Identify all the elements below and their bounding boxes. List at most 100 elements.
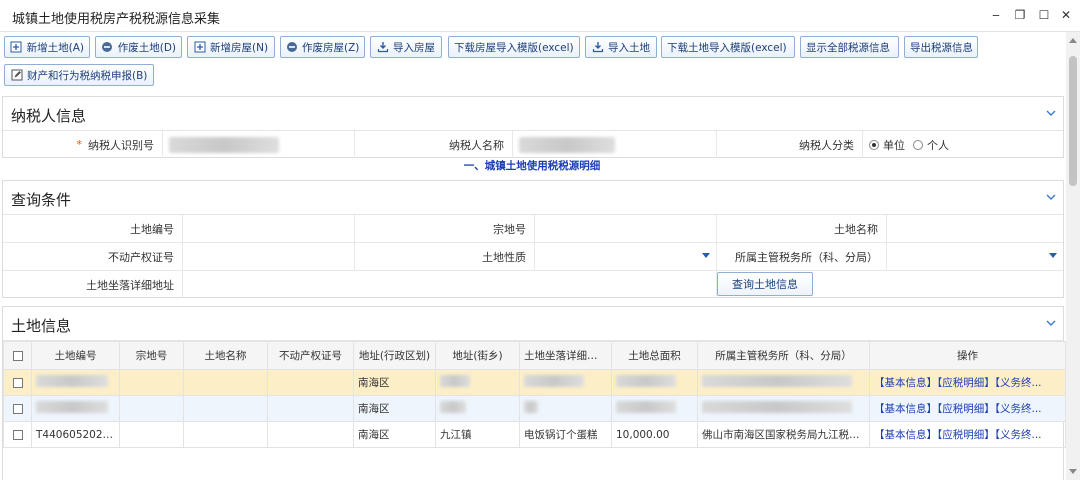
taxpayer-id-label-text: 纳税人识别号: [88, 138, 154, 152]
col-header[interactable]: 土地总面积: [611, 341, 698, 370]
void-house-button[interactable]: 作废房屋(Z): [280, 36, 365, 58]
address-input[interactable]: [183, 271, 717, 298]
land-name-label: 土地名称: [717, 215, 887, 242]
cell-land-name: [183, 395, 268, 422]
import-land-label: 导入土地: [608, 41, 650, 54]
row-checkbox[interactable]: [12, 429, 23, 440]
download-house-template-label: 下载房屋导入模版(excel): [454, 41, 574, 54]
add-land-button[interactable]: 新增土地(A): [4, 36, 90, 58]
col-header[interactable]: 土地名称: [183, 341, 268, 370]
search-land-button[interactable]: 查询土地信息: [717, 272, 813, 296]
minimize-icon[interactable]: ‒: [988, 7, 1004, 23]
col-header[interactable]: 所属主管税务所（科、分局）: [697, 341, 870, 370]
category-unit-radio[interactable]: 单位: [869, 137, 905, 153]
tax-office-select[interactable]: [887, 243, 1063, 270]
cell-street: [435, 395, 520, 422]
download-land-template-button[interactable]: 下载土地导入模版(excel): [661, 36, 795, 58]
col-header[interactable]: 地址(行政区划): [353, 341, 436, 370]
maximize-icon[interactable]: ☐: [1036, 7, 1052, 23]
chevron-down-icon[interactable]: [1045, 317, 1057, 329]
property-cert-label: 不动产权证号: [3, 243, 183, 270]
import-icon: [376, 41, 389, 54]
taxpayer-title: 纳税人信息: [11, 107, 87, 125]
dropdown-arrow-icon: [702, 253, 710, 258]
row-actions-link[interactable]: 【基本信息】【应税明细】【义务终...: [869, 421, 1066, 448]
cell-area: [611, 395, 698, 422]
table-row[interactable]: 南海区 【基本信息】【应税明细】【义务终...: [3, 395, 1066, 422]
select-all-checkbox[interactable]: [12, 350, 23, 361]
col-header[interactable]: 土地坐落详细地址: [519, 341, 612, 370]
property-cert-input[interactable]: [183, 243, 355, 270]
row-actions-link[interactable]: 【基本信息】【应税明细】【义务终...: [869, 395, 1066, 422]
col-header[interactable]: 土地编号: [31, 341, 120, 370]
void-land-button[interactable]: 作废土地(D): [95, 36, 182, 58]
row-checkbox[interactable]: [12, 377, 23, 388]
scroll-thumb[interactable]: [1069, 56, 1077, 186]
required-mark: *: [76, 138, 83, 151]
import-house-button[interactable]: 导入房屋: [370, 36, 442, 58]
cell-district: 南海区: [353, 369, 436, 396]
chevron-down-icon[interactable]: [1045, 191, 1057, 203]
taxpayer-category-label: 纳税人分类: [717, 131, 863, 158]
taxpayer-name-field[interactable]: [513, 131, 717, 158]
scroll-down-icon[interactable]: [1069, 469, 1077, 474]
category-individual-radio[interactable]: 个人: [913, 137, 949, 153]
restore-icon[interactable]: ❐: [1012, 7, 1028, 23]
land-nature-label: 土地性质: [355, 243, 535, 270]
taxpayer-id-field[interactable]: [163, 131, 355, 158]
land-nature-select[interactable]: [535, 243, 717, 270]
taxpayer-category-group: 单位 个人: [863, 131, 1063, 158]
cell-address: 电饭锅订个蛋糕: [519, 421, 612, 448]
export-sources-button[interactable]: 导出税源信息: [904, 36, 978, 58]
address-label: 土地坐落详细地址: [3, 271, 183, 298]
table-row[interactable]: 南海区 【基本信息】【应税明细】【义务终...: [3, 369, 1066, 396]
show-all-sources-button[interactable]: 显示全部税源信息: [800, 36, 899, 58]
add-house-label: 新增房屋(N): [210, 41, 269, 54]
scroll-up-icon[interactable]: [1069, 38, 1077, 43]
void-icon: [286, 41, 298, 54]
section-subheading: 一、城镇土地使用税税源明细: [463, 160, 601, 172]
row-checkbox[interactable]: [12, 403, 23, 414]
import-land-button[interactable]: 导入土地: [585, 36, 657, 58]
add-doc-icon: [10, 41, 23, 54]
land-no-input[interactable]: [183, 215, 355, 242]
add-doc-icon: [193, 41, 206, 54]
vertical-scrollbar[interactable]: [1066, 32, 1080, 480]
cell-land-no: [31, 395, 120, 422]
cell-area: 10,000.00: [611, 421, 698, 448]
row-actions-link[interactable]: 【基本信息】【应税明细】【义务终...: [869, 369, 1066, 396]
cell-area: [611, 369, 698, 396]
parcel-no-label: 宗地号: [355, 215, 535, 242]
cell-cert-no: [267, 395, 354, 422]
export-sources-label: 导出税源信息: [910, 41, 973, 54]
cell-district: 南海区: [353, 395, 436, 422]
taxpayer-name-label: 纳税人名称: [355, 131, 513, 158]
download-house-template-button[interactable]: 下载房屋导入模版(excel): [448, 36, 580, 58]
add-house-button[interactable]: 新增房屋(N): [187, 36, 275, 58]
chevron-down-icon[interactable]: [1045, 107, 1057, 119]
edit-icon: [10, 69, 23, 82]
land-table: 土地编号 宗地号 土地名称 不动产权证号 地址(行政区划) 地址(街乡) 土地坐…: [3, 341, 1066, 448]
dropdown-arrow-icon: [1049, 253, 1057, 258]
cell-land-name: [183, 369, 268, 396]
table-row[interactable]: T440605202100... 南海区 九江镇 电饭锅订个蛋糕 10,000.…: [3, 421, 1066, 448]
cell-office: 佛山市南海区国家税务局九江税务分局: [697, 421, 870, 448]
land-name-input[interactable]: [887, 215, 1063, 242]
close-icon[interactable]: ✕: [1058, 7, 1074, 23]
show-all-sources-label: 显示全部税源信息: [806, 41, 890, 54]
window-title: 城镇土地使用税房产税税源信息采集: [12, 12, 221, 27]
parcel-no-input[interactable]: [535, 215, 717, 242]
tax-declaration-button[interactable]: 财产和行为税纳税申报(B): [4, 64, 154, 86]
col-header[interactable]: 地址(街乡): [435, 341, 520, 370]
col-header[interactable]: 不动产权证号: [267, 341, 354, 370]
cell-district: 南海区: [353, 421, 436, 448]
cell-land-no: T440605202100...: [31, 421, 120, 448]
void-icon: [101, 41, 114, 54]
query-section: 查询条件 土地编号 宗地号 土地名称 不动产权证号 土地性质 所属主管税务所（科…: [2, 180, 1064, 298]
col-header[interactable]: 宗地号: [119, 341, 184, 370]
add-land-label: 新增土地(A): [26, 41, 84, 54]
cell-address: [519, 369, 612, 396]
import-icon: [591, 41, 604, 54]
land-section: 土地信息 土地编号 宗地号 土地名称 不动产权证号 地址(行政区划) 地址(街乡…: [2, 306, 1066, 480]
query-row-2: 不动产权证号 土地性质 所属主管税务所（科、分局）: [3, 243, 1063, 271]
